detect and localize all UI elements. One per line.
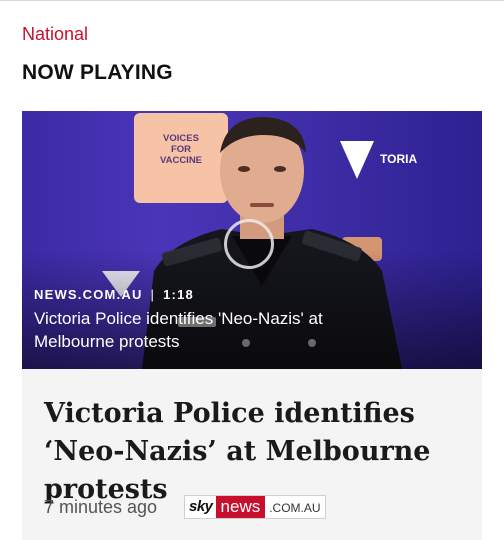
top-divider xyxy=(0,0,504,1)
sign-text-vaccine: VACCINE xyxy=(160,155,202,166)
victoria-logo-text: TORIA xyxy=(380,152,417,166)
article-timestamp: 7 minutes ago xyxy=(44,497,158,517)
section-label[interactable]: National xyxy=(22,24,88,45)
sky-news-logo: sky news .COM.AU xyxy=(184,495,326,519)
video-player[interactable]: VOICES FOR VACCINE TORIA NEWS.COM.AU | 1:1… xyxy=(22,111,482,369)
play-ring-icon[interactable] xyxy=(224,219,274,269)
video-source: NEWS.COM.AU xyxy=(34,287,143,302)
video-meta: NEWS.COM.AU | 1:18 xyxy=(34,287,194,302)
meta-separator: | xyxy=(150,287,156,302)
sign-text-voices: VOICES xyxy=(163,133,199,144)
article-card[interactable]: Victoria Police identifies ‘Neo-Nazis’ a… xyxy=(22,369,482,540)
video-duration: 1:18 xyxy=(163,287,194,302)
victoria-logo-mark xyxy=(340,141,374,179)
video-title[interactable]: Victoria Police identifies 'Neo-Nazis' a… xyxy=(34,307,394,353)
logo-domain: .COM.AU xyxy=(269,501,321,515)
now-playing-heading: NOW PLAYING xyxy=(22,61,173,84)
article-headline[interactable]: Victoria Police identifies ‘Neo-Nazis’ a… xyxy=(44,395,464,509)
sign-text-for: FOR xyxy=(171,144,191,155)
logo-news: news xyxy=(215,496,266,518)
logo-sky: sky xyxy=(189,498,213,515)
